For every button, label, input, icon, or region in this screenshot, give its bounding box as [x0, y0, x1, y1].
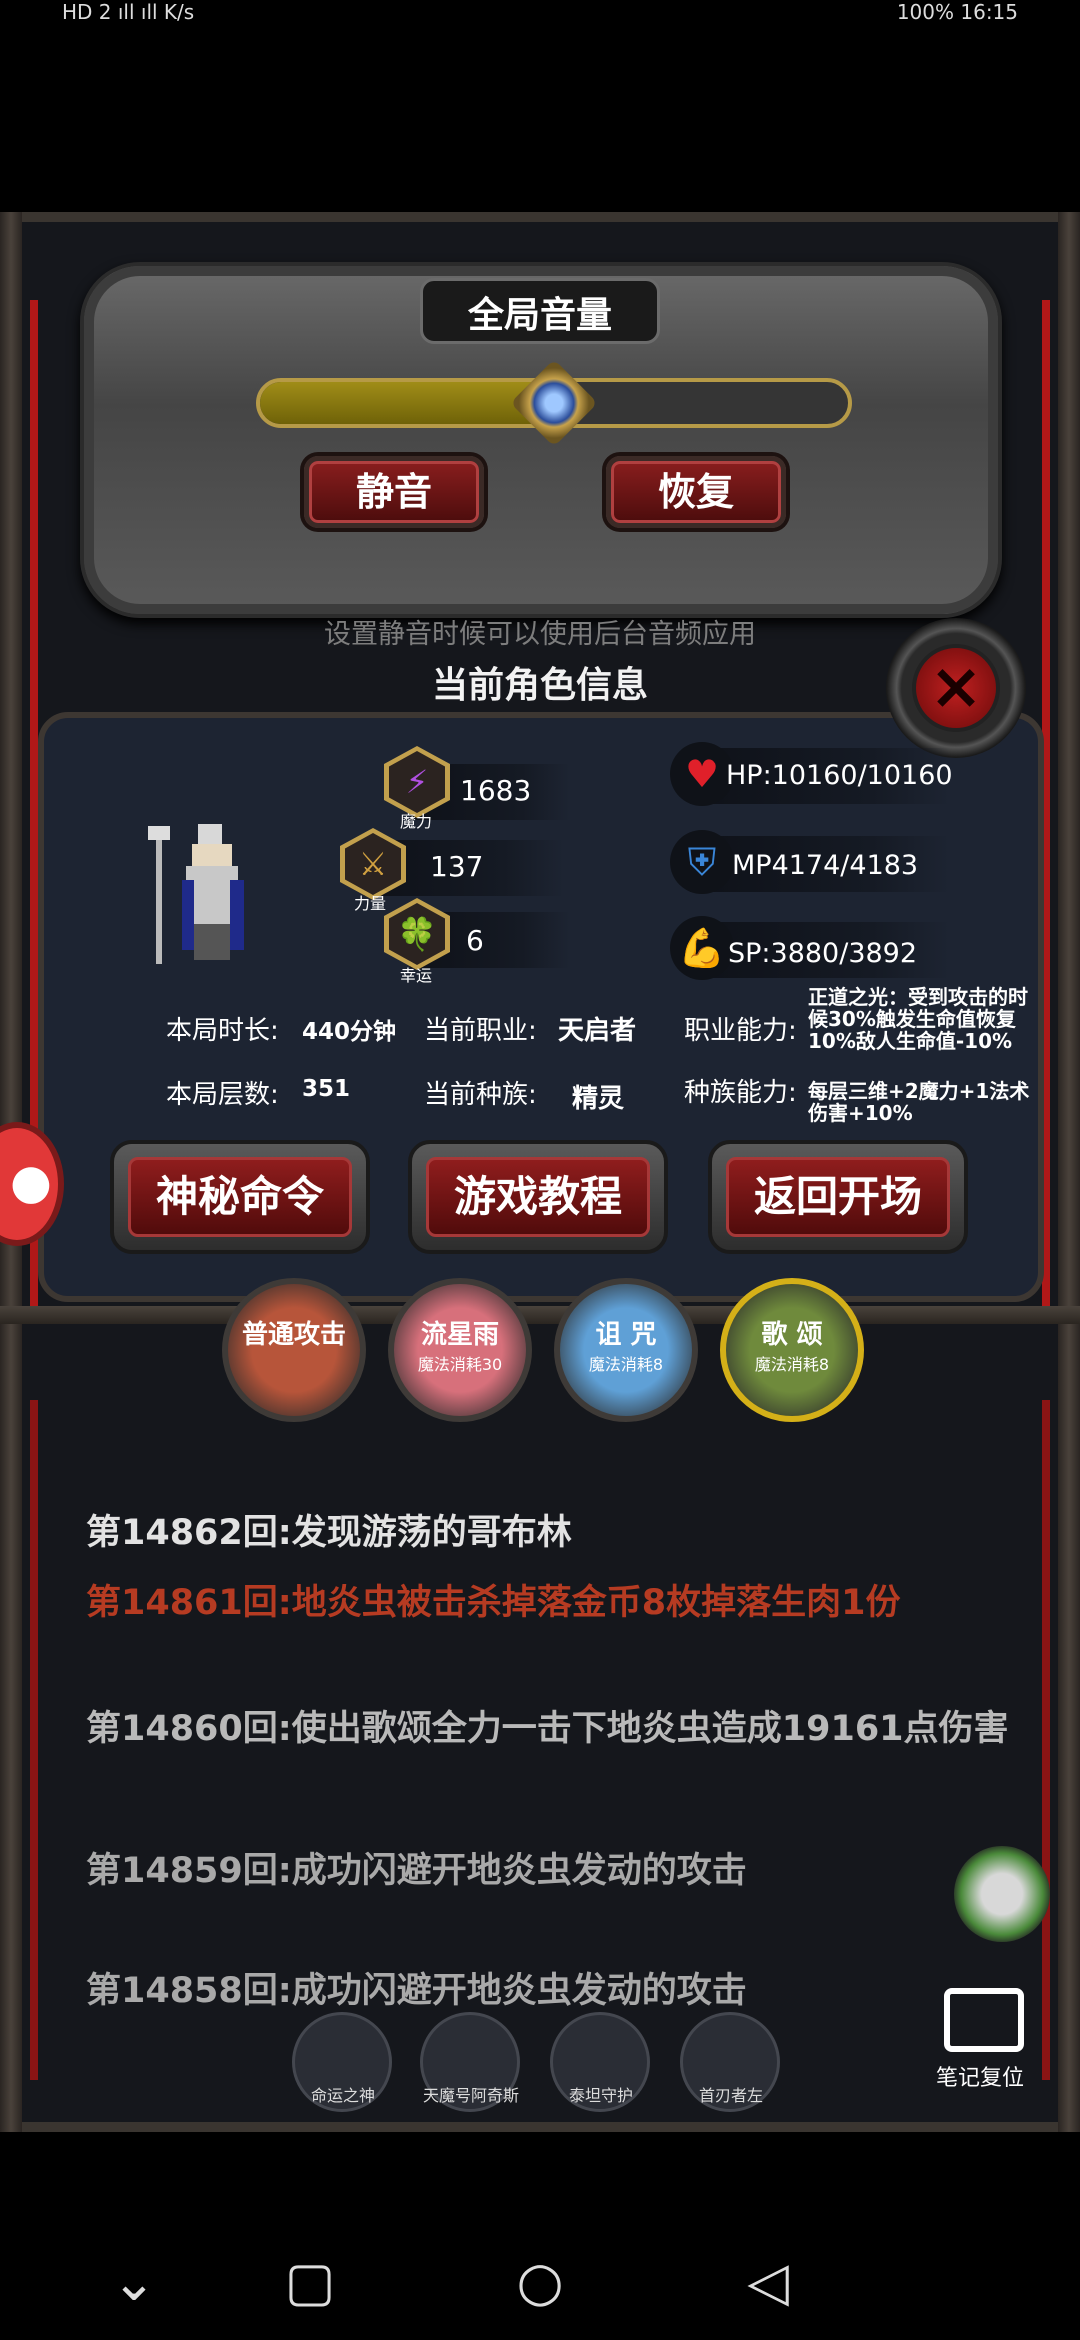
duration-label: 本局时长:: [166, 1016, 279, 1046]
frame-red-trim-right-lower: [1042, 1400, 1050, 2080]
tutorial-button[interactable]: 游戏教程: [408, 1140, 668, 1254]
log-entry: 第14858回:成功闪避开地炎虫发动的攻击: [86, 1971, 747, 2011]
bottom-item-label: 命运之神: [310, 2086, 375, 2105]
luck-icon: 🍀: [389, 903, 445, 965]
skill-normal-attack[interactable]: 普通攻击: [222, 1278, 366, 1422]
class-ability-value: 正道之光：受到攻击的时候30%触发生命值恢复10%敌人生命值-10%: [808, 985, 1028, 1053]
floors-value: 351: [302, 1076, 351, 1102]
frame-right-border: [1058, 212, 1080, 2132]
volume-slider-fill: [260, 382, 554, 424]
nav-down-icon[interactable]: ⌄: [104, 2252, 164, 2312]
log-entry: 第14861回:地炎虫被击杀掉落金币8枚掉落生肉1份: [86, 1583, 901, 1623]
return-start-button[interactable]: 返回开场: [708, 1140, 968, 1254]
stat-label-magic: 魔力: [400, 812, 433, 831]
status-bar: HD 2 ıll ıll K/s 100% 16:15: [0, 0, 1080, 30]
skill-praise[interactable]: 歌 颂魔法消耗8: [720, 1278, 864, 1422]
bottom-item-label: 首刃者左: [698, 2086, 763, 2105]
user-icon: ●: [10, 1154, 52, 1210]
skill-curse[interactable]: 诅 咒魔法消耗8: [554, 1278, 698, 1422]
close-button[interactable]: ×: [912, 644, 1000, 732]
stat-value-magic: 1683: [460, 774, 532, 807]
stamina-icon: 💪: [670, 916, 734, 980]
race-value: 精灵: [572, 1084, 625, 1114]
stat-label-strength: 力量: [354, 894, 387, 913]
stat-label-luck: 幸运: [400, 966, 433, 985]
close-icon: ×: [929, 650, 983, 724]
race-ability-label: 种族能力:: [684, 1078, 797, 1108]
log-entry: 第14860回:使出歌颂全力一击下地炎虫造成19161点伤害: [86, 1709, 1009, 1749]
heart-icon: ♥: [670, 742, 734, 806]
status-left: HD 2 ıll ıll K/s: [62, 0, 195, 24]
status-right: 100% 16:15: [896, 0, 1018, 24]
sp-text: SP:3880/3892: [728, 938, 918, 969]
volume-title: 全局音量: [467, 295, 612, 336]
character-avatar: [142, 820, 274, 970]
mystery-command-button[interactable]: 神秘命令: [110, 1140, 370, 1254]
nav-recent-icon[interactable]: ▢: [280, 2252, 340, 2312]
bottom-item-label: 泰坦守护: [568, 2086, 633, 2105]
magic-icon: ⚡: [389, 751, 445, 813]
mute-button[interactable]: 静音: [304, 456, 484, 528]
notes-reset-label[interactable]: 笔记复位: [936, 2060, 1024, 2092]
duration-value: 440分钟: [302, 1019, 397, 1045]
race-label: 当前种族:: [424, 1080, 537, 1110]
strength-icon: ⚔: [345, 833, 401, 895]
notes-reset-icon[interactable]: [944, 1988, 1024, 2052]
restore-button[interactable]: 恢复: [606, 456, 786, 528]
panel-divider: [0, 1306, 1080, 1324]
log-entry: 第14859回:成功闪避开地炎虫发动的攻击: [86, 1851, 747, 1891]
frame-red-trim-left-lower: [30, 1400, 38, 2080]
stat-value-luck: 6: [466, 924, 484, 957]
floors-label: 本局层数:: [166, 1080, 279, 1110]
class-ability-label: 职业能力:: [684, 1016, 797, 1046]
mana-icon: ⛨: [670, 830, 734, 894]
race-ability-value: 每层三维+2魔力+1法术伤害+10%: [808, 1079, 1030, 1125]
skill-meteor-shower[interactable]: 流星雨 魔法消耗30: [388, 1278, 532, 1422]
hp-text: HP:10160/10160: [726, 760, 953, 791]
boss-skull-icon[interactable]: [954, 1846, 1050, 1942]
class-value: 天启者: [558, 1016, 637, 1046]
stat-value-strength: 137: [430, 850, 484, 883]
log-entry: 第14862回:发现游荡的哥布林: [86, 1513, 572, 1553]
class-label: 当前职业:: [424, 1016, 537, 1046]
bottom-item-label: 天魔号阿奇斯: [422, 2086, 519, 2105]
nav-back-icon[interactable]: ◁: [738, 2252, 798, 2312]
mp-text: MP4174/4183: [732, 850, 919, 881]
nav-home-icon[interactable]: ○: [510, 2252, 570, 2312]
